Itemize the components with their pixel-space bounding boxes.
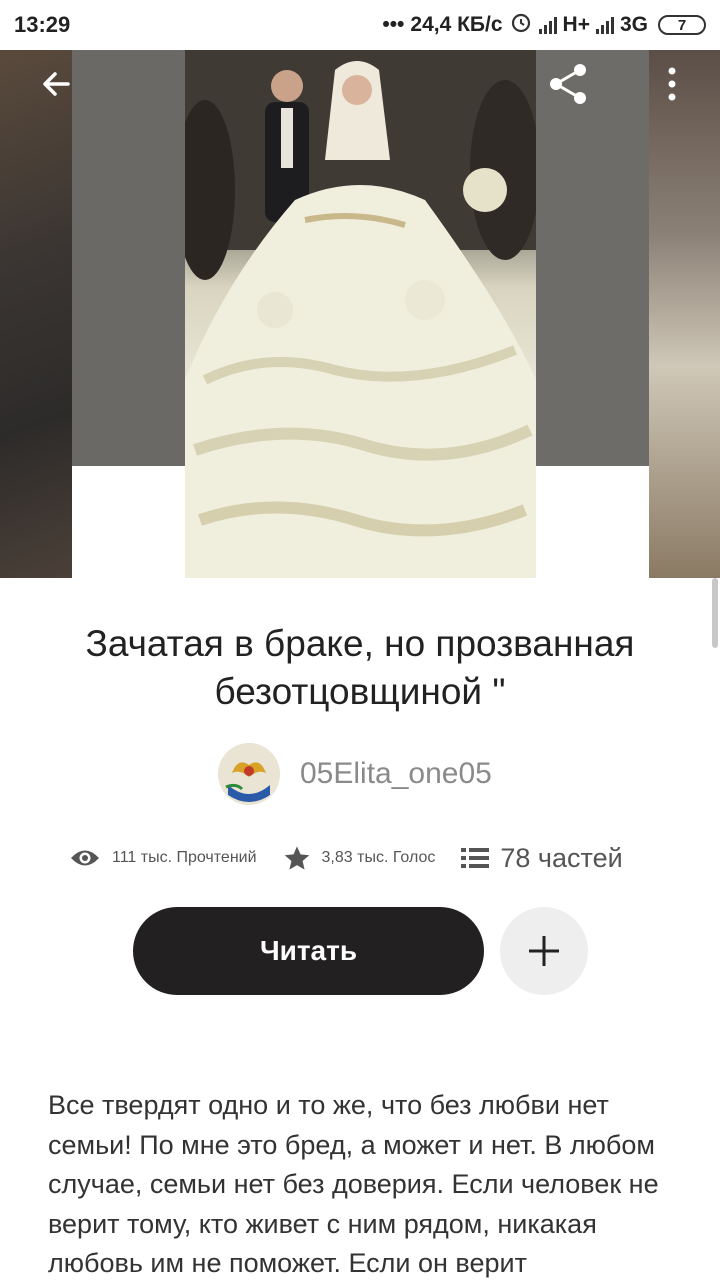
prev-cover-backdrop <box>72 50 185 466</box>
author-link[interactable]: 05Elita_one05 <box>218 742 492 806</box>
parts-count: 78 частей <box>500 842 623 873</box>
reads-count: 111 тыс. Прочтений <box>112 849 257 866</box>
back-button[interactable] <box>28 56 84 112</box>
star-icon <box>284 846 309 870</box>
network-type-1: H+ <box>562 13 590 36</box>
network-speed: 24,4 КБ/с <box>410 13 503 36</box>
network-type-2: 3G <box>619 13 648 36</box>
next-cover-backdrop <box>536 50 649 466</box>
battery-level: 7 <box>677 16 687 34</box>
parts-stat: 78 частей <box>461 842 623 874</box>
read-button[interactable]: Читать <box>133 907 484 995</box>
dots-icon: ••• <box>382 13 405 36</box>
share-icon <box>550 64 586 104</box>
avatar <box>218 743 280 805</box>
reads-stat: 111 тыс. Прочтений <box>70 847 257 869</box>
signal-icon <box>595 16 614 34</box>
votes-count: 3,83 тыс. Голос <box>321 849 436 866</box>
plus-icon <box>529 936 559 966</box>
story-title: Зачатая в браке, но прозванная безотцовщ… <box>85 623 635 712</box>
next-cover-gap <box>536 466 649 578</box>
story-cover-image[interactable] <box>185 50 536 578</box>
prev-cover-image[interactable] <box>0 50 72 578</box>
share-button[interactable] <box>540 56 596 112</box>
votes-stat: 3,83 тыс. Голос <box>283 844 436 872</box>
scrollbar[interactable] <box>712 578 718 648</box>
eye-icon <box>71 850 99 866</box>
cover-carousel[interactable] <box>0 50 720 578</box>
battery-icon: 7 <box>658 15 706 35</box>
more-options-button[interactable] <box>644 56 700 112</box>
story-description: Все твердят одно и то же, что без любви … <box>48 1090 659 1278</box>
list-icon <box>461 848 490 868</box>
more-vertical-icon <box>668 67 676 101</box>
status-bar: 13:29 ••• 24,4 КБ/с H+ 3G 7 <box>0 0 720 50</box>
arrow-left-icon <box>43 72 70 96</box>
status-time: 13:29 <box>14 12 71 37</box>
add-to-library-button[interactable] <box>500 907 588 995</box>
story-stats: 111 тыс. Прочтений 3,83 тыс. Голос 78 ча… <box>70 838 623 878</box>
alarm-icon <box>509 10 533 40</box>
status-right: ••• 24,4 КБ/с H+ 3G 7 <box>382 10 706 40</box>
next-cover-image[interactable] <box>649 50 720 578</box>
prev-cover-gap <box>72 466 185 578</box>
signal-icon <box>538 16 557 34</box>
author-name: 05Elita_one05 <box>300 757 492 790</box>
